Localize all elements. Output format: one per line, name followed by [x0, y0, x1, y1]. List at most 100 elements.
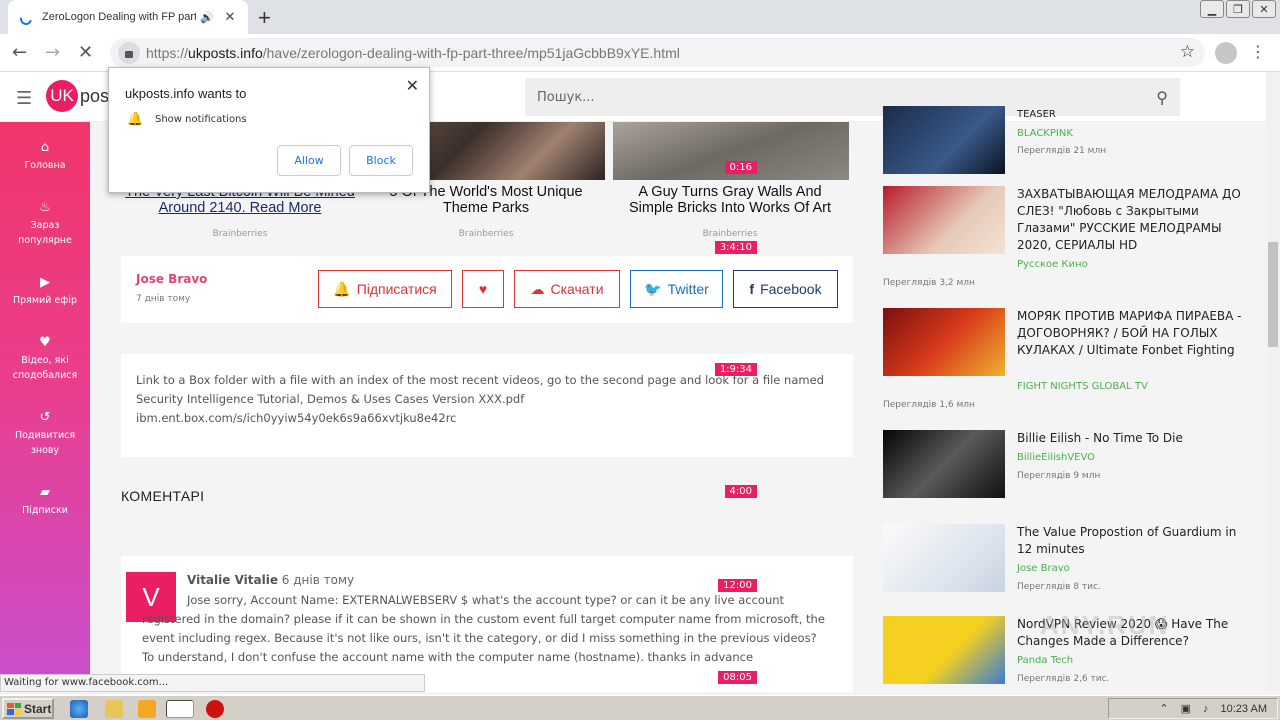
video-channel[interactable]: Jose Bravo	[1017, 563, 1070, 574]
promo-title[interactable]: A Guy Turns Gray Walls And Simple Bricks…	[615, 184, 845, 216]
duration-badge: 08:05	[718, 671, 757, 684]
promo-source: Brainberries	[458, 229, 514, 239]
duration-badge: 0:16	[724, 161, 757, 174]
video-channel[interactable]: FIGHT NIGHTS GLOBAL TV	[1017, 381, 1148, 392]
video-thumbnail[interactable]: 08:05	[718, 616, 1005, 684]
download-button[interactable]: ☁ Скачати	[514, 270, 620, 308]
comments-heading: КОМЕНТАРІ	[121, 488, 205, 504]
sidebar-item-history[interactable]: ↺ Подивитися знову	[0, 410, 90, 458]
notification-permission-dialog: ukposts.info wants to ✕ 🔔 Show notificat…	[108, 67, 430, 193]
sidebar-item-trending[interactable]: ♨ Зараз популярне	[0, 200, 90, 248]
dialog-title: ukposts.info wants to	[125, 86, 247, 101]
sidebar-item-subscriptions[interactable]: ▰ Підписки	[0, 485, 90, 518]
tab-bar: ZeroLogon Dealing with FP part 🔊 ✕ + ▁ ❐…	[0, 0, 1280, 34]
browser-menu-icon[interactable]: ⋮	[1250, 42, 1266, 61]
site-logo[interactable]: UK	[46, 80, 78, 112]
speaker-icon[interactable]: 🔊	[200, 11, 216, 24]
twitter-share-button[interactable]: 🐦 Twitter	[630, 270, 723, 308]
video-title[interactable]: МОРЯК ПРОТИВ МАРИФА ПИРАЕВА - ДОГОВОРНЯК…	[1017, 308, 1242, 359]
close-icon[interactable]: ✕	[406, 76, 419, 95]
facebook-label: Facebook	[760, 281, 822, 297]
video-channel[interactable]: Panda Tech	[1017, 655, 1073, 666]
new-tab-button[interactable]: +	[258, 5, 271, 31]
sidebar-item-label: Головна	[24, 160, 66, 171]
duration-badge: 4:00	[724, 485, 757, 498]
site-logo-text[interactable]: pos	[80, 86, 109, 107]
post-date: 7 днів тому	[136, 294, 191, 304]
sidebar-item-liked[interactable]: ♥ Відео, які сподобалися	[0, 335, 90, 383]
subscribe-label: Підписатися	[356, 281, 437, 297]
video-title[interactable]: The Value Propostion of Guardium in 12 m…	[1017, 524, 1242, 558]
bookmark-star-icon[interactable]: ☆	[1180, 42, 1195, 62]
video-channel[interactable]: BillieEilishVEVO	[1017, 452, 1095, 463]
chrome-icon[interactable]	[166, 700, 194, 718]
url-scheme: https://	[146, 44, 189, 61]
video-thumbnail[interactable]: 0:16	[724, 106, 1005, 174]
sidebar-item-label: Прямий ефір	[12, 295, 78, 306]
sidebar: ⌂ Головна ♨ Зараз популярне ▶ Прямий ефі…	[0, 122, 90, 692]
live-icon: ▶	[40, 275, 50, 290]
video-views: Переглядів 21 млн	[1017, 146, 1107, 156]
cloud-download-icon: ☁	[530, 280, 545, 297]
video-thumbnail[interactable]: 1:9:34	[714, 308, 1005, 376]
clock[interactable]: 10:23 AM	[1221, 703, 1267, 715]
like-button[interactable]: ♥	[462, 270, 504, 308]
watermark: ANY.RUN	[1040, 610, 1170, 640]
lock-icon[interactable]	[118, 41, 140, 64]
bell-icon: 🔔	[333, 280, 351, 297]
channel-name[interactable]: Jose Bravo	[136, 272, 207, 286]
browser-status: Waiting for www.facebook.com...	[0, 674, 425, 692]
folder-icon: ▰	[40, 485, 50, 500]
subscribe-button[interactable]: 🔔 Підписатися	[318, 270, 452, 308]
network-icon[interactable]: ▣	[1181, 702, 1191, 715]
start-button[interactable]: Start	[2, 698, 54, 719]
video-channel[interactable]: Русское Кино	[1017, 259, 1088, 270]
minimize-button[interactable]: ▁	[1200, 0, 1224, 18]
search-placeholder: Пошук...	[537, 89, 595, 105]
history-icon: ↺	[39, 410, 51, 425]
hamburger-menu-icon[interactable]: ☰	[16, 88, 32, 109]
sidebar-item-home[interactable]: ⌂ Головна	[0, 140, 90, 173]
scrollbar-thumb[interactable]	[1268, 242, 1278, 347]
twitter-icon: 🐦	[644, 280, 662, 297]
tab-title: ZeroLogon Dealing with FP part	[42, 11, 196, 23]
video-views: Переглядів 8 тис.	[1017, 582, 1101, 592]
volume-icon[interactable]: ♪	[1203, 703, 1209, 715]
allow-button[interactable]: Allow	[277, 145, 341, 176]
browser-tab[interactable]: ZeroLogon Dealing with FP part 🔊 ✕	[8, 0, 248, 34]
video-title[interactable]: Billie Eilish - No Time To Die	[1017, 430, 1242, 447]
maximize-button[interactable]: ❐	[1226, 0, 1250, 18]
close-window-button[interactable]: ✕	[1252, 0, 1276, 18]
back-icon[interactable]: ←	[12, 42, 27, 63]
sidebar-item-live[interactable]: ▶ Прямий ефір	[0, 275, 90, 308]
tray-expand-icon[interactable]: ⌃	[1159, 702, 1168, 715]
bell-icon: 🔔	[127, 112, 144, 127]
video-title[interactable]: TEASER	[1017, 106, 1242, 123]
scrollbar[interactable]	[1266, 72, 1280, 692]
folder-icon[interactable]	[105, 700, 123, 718]
video-views: Переглядів 3,2 млн	[883, 278, 975, 288]
video-title[interactable]: ЗАХВАТЫВАЮЩАЯ МЕЛОДРАМА ДО СЛЕЗ! "Любовь…	[1017, 186, 1242, 254]
media-player-icon[interactable]	[138, 700, 156, 718]
stop-icon[interactable]: ✕	[78, 42, 93, 63]
block-button[interactable]: Block	[349, 145, 413, 176]
video-thumbnail[interactable]: 4:00	[724, 430, 1005, 498]
url-field[interactable]: https://ukposts.info/have/zerologon-deal…	[110, 38, 1205, 67]
comment-author[interactable]: Vitalie Vitalie	[187, 573, 278, 587]
sidebar-item-label: Відео, які сподобалися	[12, 355, 78, 381]
heart-icon: ♥	[39, 335, 51, 350]
forward-icon[interactable]: →	[45, 42, 60, 63]
video-thumbnail[interactable]: 12:00	[718, 524, 1005, 592]
profile-avatar[interactable]	[1215, 42, 1237, 64]
antivirus-icon[interactable]	[206, 700, 224, 718]
system-tray: ⌃ ▣ ♪ 10:23 AM	[1108, 698, 1278, 719]
search-icon[interactable]: ⚲	[1156, 88, 1168, 107]
download-label: Скачати	[550, 281, 604, 297]
windows-logo-icon	[7, 702, 21, 715]
facebook-share-button[interactable]: f Facebook	[733, 270, 838, 308]
video-channel[interactable]: BLACKPINK	[1017, 128, 1073, 139]
home-icon: ⌂	[40, 140, 50, 155]
video-thumbnail[interactable]: 3:4:10	[714, 186, 1005, 254]
close-tab-icon[interactable]: ✕	[222, 9, 238, 25]
ie-icon[interactable]	[70, 700, 88, 718]
